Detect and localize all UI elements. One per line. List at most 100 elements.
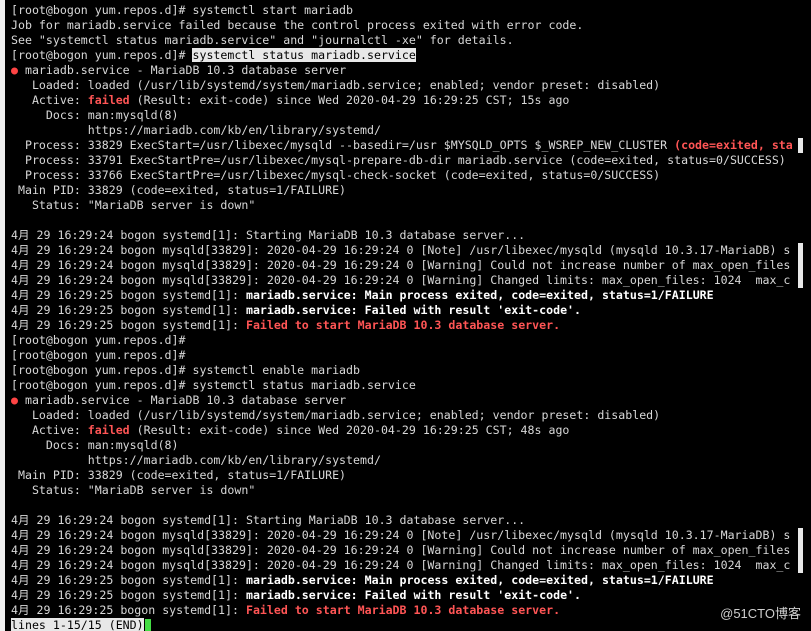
terminal-line: ● mariadb.service - MariaDB 10.3 databas… — [11, 63, 811, 78]
terminal-line: [root@bogon yum.repos.d]# systemctl star… — [11, 3, 811, 18]
line-truncation-marker — [798, 138, 803, 153]
window-left-border — [0, 0, 5, 631]
terminal-line: Active: failed (Result: exit-code) since… — [11, 423, 811, 438]
pager-status-line: lines 1-15/15 (END) — [11, 618, 811, 631]
terminal-line: Main PID: 33829 (code=exited, status=1/F… — [11, 183, 811, 198]
terminal-line: 4月 29 16:29:24 bogon systemd[1]: Startin… — [11, 513, 811, 528]
terminal-line: Active: failed (Result: exit-code) since… — [11, 93, 811, 108]
line-truncation-marker — [798, 273, 803, 288]
terminal-line: Loaded: loaded (/usr/lib/systemd/system/… — [11, 78, 811, 93]
line-text: Docs: man:mysqld(8) — [11, 108, 179, 122]
shell-prompt: [root@bogon yum.repos.d]# — [11, 48, 193, 62]
active-detail: (Result: exit-code) since Wed 2020-04-29… — [129, 423, 570, 437]
terminal-line: 4月 29 16:29:25 bogon systemd[1]: mariadb… — [11, 288, 811, 303]
line-text: 4月 29 16:29:24 bogon mysqld[33829]: 2020… — [11, 273, 791, 287]
line-text: https://mariadb.com/kb/en/library/system… — [11, 123, 381, 137]
terminal-line: ● mariadb.service - MariaDB 10.3 databas… — [11, 393, 811, 408]
exit-code-text: (code=exited, sta — [674, 138, 793, 152]
terminal-line: See "systemctl status mariadb.service" a… — [11, 33, 811, 48]
line-text: mariadb.service - MariaDB 10.3 database … — [17, 63, 347, 77]
terminal-line: [root@bogon yum.repos.d]# systemctl stat… — [11, 48, 811, 63]
active-state: failed — [87, 423, 130, 437]
log-error-message: Failed to start MariaDB 10.3 database se… — [245, 318, 561, 332]
log-prefix: 4月 29 16:29:25 bogon systemd[1]: — [11, 303, 246, 317]
log-prefix: 4月 29 16:29:25 bogon systemd[1]: — [11, 318, 246, 332]
line-text: [root@bogon yum.repos.d]# — [11, 333, 186, 347]
terminal-line: 4月 29 16:29:24 bogon mysqld[33829]: 2020… — [11, 558, 811, 573]
terminal-line: 4月 29 16:29:25 bogon systemd[1]: mariadb… — [11, 573, 811, 588]
active-state: failed — [87, 93, 130, 107]
terminal-line: Process: 33829 ExecStart=/usr/libexec/my… — [11, 138, 811, 153]
terminal-line: https://mariadb.com/kb/en/library/system… — [11, 123, 811, 138]
line-text: Process: 33829 ExecStart=/usr/libexec/my… — [11, 138, 675, 152]
line-text: [root@bogon yum.repos.d]# systemctl star… — [11, 3, 354, 17]
line-text: [root@bogon yum.repos.d]# systemctl enab… — [11, 363, 361, 377]
log-message: mariadb.service: Main process exited, co… — [245, 573, 714, 587]
log-prefix: 4月 29 16:29:25 bogon systemd[1]: — [11, 588, 246, 602]
terminal-line: [root@bogon yum.repos.d]# — [11, 333, 811, 348]
line-text: Main PID: 33829 (code=exited, status=1/F… — [11, 183, 347, 197]
line-text: Status: "MariaDB server is down" — [11, 198, 256, 212]
line-text: Process: 33766 ExecStartPre=/usr/libexec… — [11, 168, 661, 182]
line-text: 4月 29 16:29:24 bogon mysqld[33829]: 2020… — [11, 543, 791, 557]
line-text: Loaded: loaded (/usr/lib/systemd/system/… — [11, 408, 661, 422]
terminal-output: [root@bogon yum.repos.d]# systemctl star… — [11, 3, 811, 631]
line-truncation-marker — [798, 258, 803, 273]
terminal-line: Process: 33766 ExecStartPre=/usr/libexec… — [11, 168, 811, 183]
terminal-line: 4月 29 16:29:25 bogon systemd[1]: Failed … — [11, 318, 811, 333]
line-text: Loaded: loaded (/usr/lib/systemd/system/… — [11, 78, 661, 92]
line-truncation-marker — [798, 543, 803, 558]
terminal-line: 4月 29 16:29:24 bogon systemd[1]: Startin… — [11, 228, 811, 243]
line-text: Status: "MariaDB server is down" — [11, 483, 256, 497]
terminal-line: [root@bogon yum.repos.d]# systemctl enab… — [11, 363, 811, 378]
status-dot-icon: ● — [11, 63, 18, 77]
log-prefix: 4月 29 16:29:25 bogon systemd[1]: — [11, 603, 246, 617]
status-dot-icon: ● — [11, 393, 18, 407]
selected-command: systemctl status mariadb.service — [192, 48, 416, 62]
terminal-line: Main PID: 33829 (code=exited, status=1/F… — [11, 468, 811, 483]
line-text: Job for mariadb.service failed because t… — [11, 18, 584, 32]
terminal-line: 4月 29 16:29:25 bogon systemd[1]: mariadb… — [11, 303, 811, 318]
line-text: mariadb.service - MariaDB 10.3 database … — [17, 393, 347, 407]
log-message: mariadb.service: Failed with result 'exi… — [245, 303, 582, 317]
line-text: [root@bogon yum.repos.d]# — [11, 348, 186, 362]
terminal-line: Status: "MariaDB server is down" — [11, 198, 811, 213]
active-label: Active: — [11, 423, 88, 437]
line-truncation-marker — [798, 528, 803, 543]
terminal-line: [root@bogon yum.repos.d]# systemctl stat… — [11, 378, 811, 393]
line-text: [root@bogon yum.repos.d]# systemctl stat… — [11, 378, 416, 392]
line-text: See "systemctl status mariadb.service" a… — [11, 33, 514, 47]
line-text: Docs: man:mysqld(8) — [11, 438, 179, 452]
line-text: 4月 29 16:29:24 bogon systemd[1]: Startin… — [11, 513, 526, 527]
terminal-line: 4月 29 16:29:25 bogon systemd[1]: Failed … — [11, 603, 811, 618]
terminal-line: Loaded: loaded (/usr/lib/systemd/system/… — [11, 408, 811, 423]
line-text: 4月 29 16:29:24 bogon mysqld[33829]: 2020… — [11, 258, 791, 272]
terminal-line: Status: "MariaDB server is down" — [11, 483, 811, 498]
terminal-line: Process: 33791 ExecStartPre=/usr/libexec… — [11, 153, 811, 168]
line-text: https://mariadb.com/kb/en/library/system… — [11, 453, 381, 467]
terminal-line: Docs: man:mysqld(8) — [11, 438, 811, 453]
line-truncation-marker — [798, 243, 803, 258]
log-message: mariadb.service: Main process exited, co… — [245, 288, 714, 302]
terminal-line: 4月 29 16:29:25 bogon systemd[1]: mariadb… — [11, 588, 811, 603]
active-detail: (Result: exit-code) since Wed 2020-04-29… — [129, 93, 570, 107]
terminal-line: 4月 29 16:29:24 bogon mysqld[33829]: 2020… — [11, 258, 811, 273]
terminal-window[interactable]: [root@bogon yum.repos.d]# systemctl star… — [0, 0, 811, 631]
pager-status: lines 1-15/15 (END) — [11, 618, 144, 631]
line-text: Main PID: 33829 (code=exited, status=1/F… — [11, 468, 347, 482]
log-error-message: Failed to start MariaDB 10.3 database se… — [245, 603, 561, 617]
cursor[interactable] — [144, 619, 151, 631]
log-message: mariadb.service: Failed with result 'exi… — [245, 588, 582, 602]
log-prefix: 4月 29 16:29:25 bogon systemd[1]: — [11, 288, 246, 302]
terminal-line: 4月 29 16:29:24 bogon mysqld[33829]: 2020… — [11, 243, 811, 258]
line-text: 4月 29 16:29:24 bogon mysqld[33829]: 2020… — [11, 558, 791, 572]
watermark: @51CTO博客 — [720, 606, 801, 621]
terminal-line: Docs: man:mysqld(8) — [11, 108, 811, 123]
active-label: Active: — [11, 93, 88, 107]
terminal-line: 4月 29 16:29:24 bogon mysqld[33829]: 2020… — [11, 543, 811, 558]
terminal-line: Job for mariadb.service failed because t… — [11, 18, 811, 33]
terminal-line: [root@bogon yum.repos.d]# — [11, 348, 811, 363]
line-text: 4月 29 16:29:24 bogon mysqld[33829]: 2020… — [11, 528, 791, 542]
line-text: 4月 29 16:29:24 bogon systemd[1]: Startin… — [11, 228, 526, 242]
